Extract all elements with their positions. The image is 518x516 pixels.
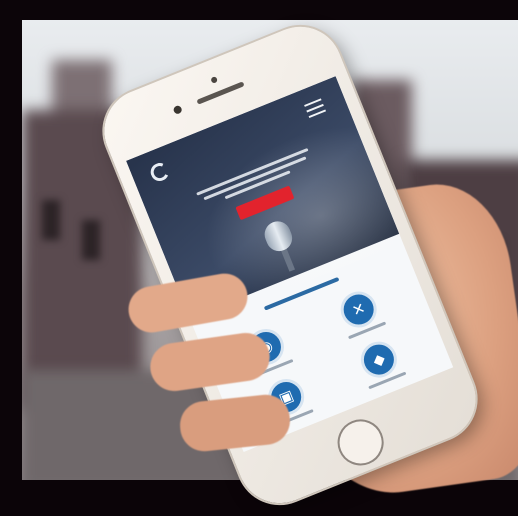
service-item[interactable]: ◆ [355,338,407,390]
hamburger-menu-icon[interactable] [304,98,327,119]
photo-frame: ◉ ✕ ▣ ◆ [0,0,518,516]
tools-icon: ✕ [339,289,379,330]
building-window [42,200,60,240]
building-window [82,220,100,260]
app-logo-icon[interactable] [147,160,172,184]
service-item[interactable]: ✕ [335,288,387,340]
graduation-cap-icon: ◆ [359,340,399,380]
